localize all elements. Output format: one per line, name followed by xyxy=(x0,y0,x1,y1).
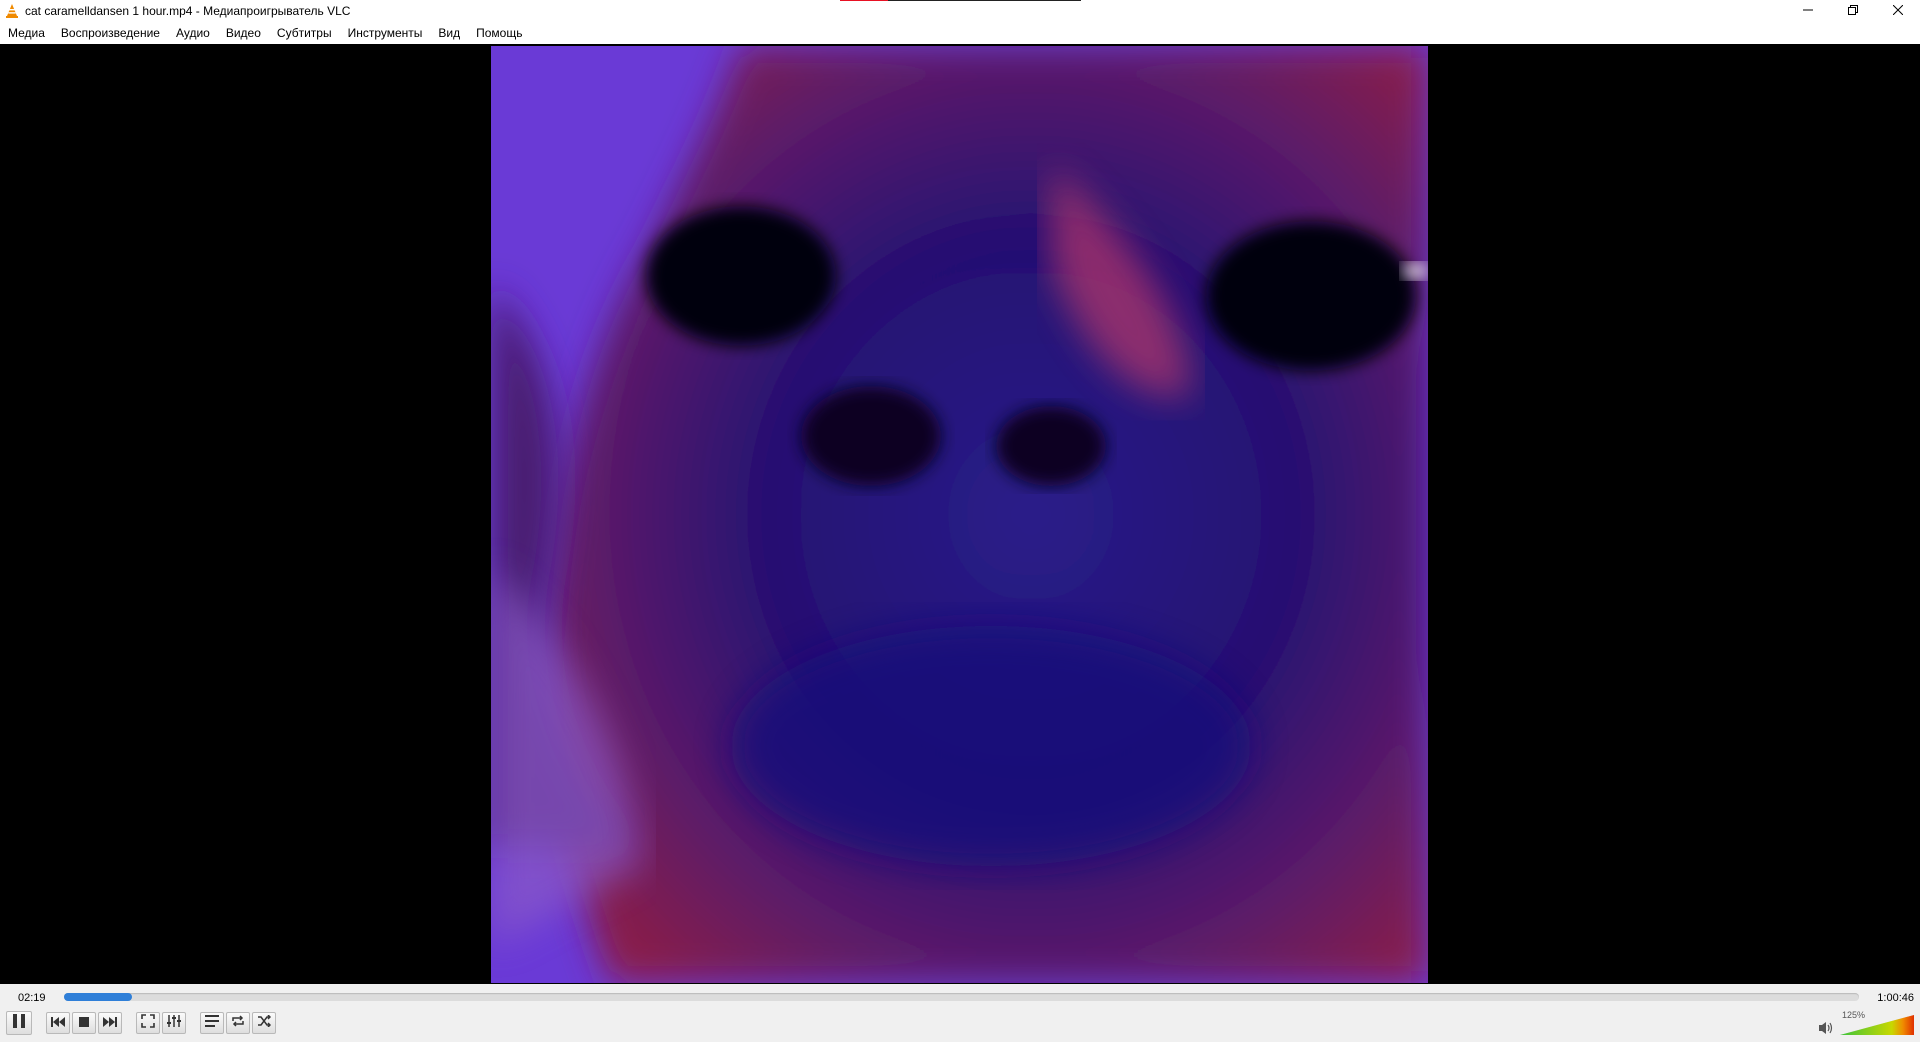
menu-tools[interactable]: Инструменты xyxy=(340,22,431,44)
minimize-button[interactable] xyxy=(1785,0,1830,22)
volume-control[interactable]: 125% xyxy=(1818,1010,1914,1038)
menu-audio[interactable]: Аудио xyxy=(168,22,218,44)
close-icon xyxy=(1892,2,1903,20)
speaker-icon[interactable] xyxy=(1818,1020,1834,1036)
previous-icon xyxy=(51,1014,65,1032)
loop-button[interactable] xyxy=(226,1012,250,1034)
playlist-icon xyxy=(205,1014,219,1032)
previous-button[interactable] xyxy=(46,1012,70,1034)
shuffle-icon xyxy=(257,1014,272,1032)
fullscreen-icon xyxy=(141,1013,155,1033)
video-frame[interactable] xyxy=(491,46,1428,983)
vlc-cone-icon xyxy=(5,4,19,18)
seek-bar[interactable] xyxy=(64,993,1859,1001)
control-panel: 02:19 1:00:46 125% xyxy=(0,984,1920,1042)
loop-icon xyxy=(231,1014,245,1032)
restore-button[interactable] xyxy=(1830,0,1875,22)
window-title: cat caramelldansen 1 hour.mp4 - Медиапро… xyxy=(25,4,351,18)
menu-subtitles[interactable]: Субтитры xyxy=(269,22,340,44)
title-accent-line xyxy=(840,0,1081,1)
restore-icon xyxy=(1847,2,1858,20)
pause-icon xyxy=(12,1013,26,1034)
minimize-icon xyxy=(1802,2,1813,20)
next-button[interactable] xyxy=(98,1012,122,1034)
playback-buttons xyxy=(6,1010,278,1036)
menu-video[interactable]: Видео xyxy=(218,22,269,44)
total-time[interactable]: 1:00:46 xyxy=(1877,992,1914,1004)
shuffle-button[interactable] xyxy=(252,1012,276,1034)
video-area[interactable] xyxy=(0,44,1920,984)
menu-media[interactable]: Медиа xyxy=(0,22,53,44)
title-bar: cat caramelldansen 1 hour.mp4 - Медиапро… xyxy=(0,0,1920,22)
elapsed-time[interactable]: 02:19 xyxy=(18,992,46,1004)
stop-icon xyxy=(79,1014,89,1032)
extended-settings-icon xyxy=(167,1014,181,1033)
menu-bar: Медиа Воспроизведение Аудио Видео Субтит… xyxy=(0,22,1920,44)
menu-help[interactable]: Помощь xyxy=(468,22,530,44)
volume-slider[interactable] xyxy=(1840,1014,1914,1036)
menu-view[interactable]: Вид xyxy=(430,22,468,44)
video-content-image xyxy=(491,46,1428,983)
menu-playback[interactable]: Воспроизведение xyxy=(53,22,168,44)
next-icon xyxy=(103,1014,117,1032)
fullscreen-button[interactable] xyxy=(136,1012,160,1034)
stop-button[interactable] xyxy=(72,1012,96,1034)
pause-button[interactable] xyxy=(6,1011,32,1035)
close-button[interactable] xyxy=(1875,0,1920,22)
extended-settings-button[interactable] xyxy=(162,1012,186,1034)
seek-progress xyxy=(64,993,132,1001)
window-controls xyxy=(1785,0,1920,22)
playlist-button[interactable] xyxy=(200,1012,224,1034)
